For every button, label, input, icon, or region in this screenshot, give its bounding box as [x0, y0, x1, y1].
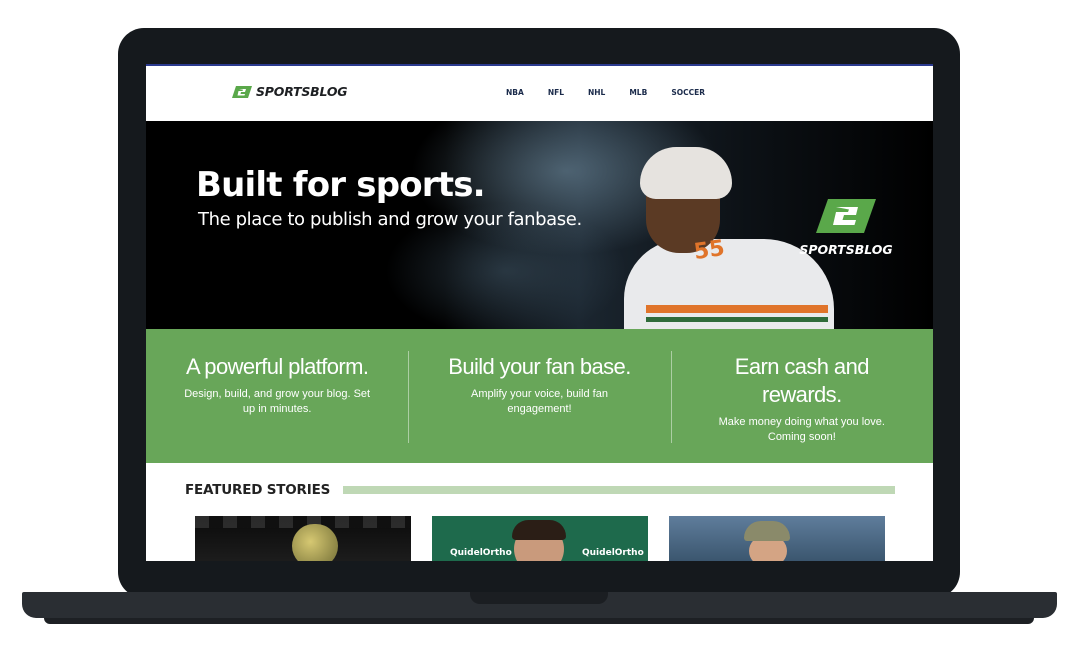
feature-description: Make money doing what you love. Coming s… [718, 416, 885, 443]
camo-cap-image [744, 521, 790, 541]
feature-title: Earn cash and rewards. [734, 354, 870, 407]
feature-description: Design, build, and grow your blog. Set u… [184, 388, 371, 415]
hero-banner: 55 Built for sports. The place to publis… [146, 121, 933, 329]
player-cap [640, 147, 732, 199]
feature-fanbase: Build your fan base. Amplify your voice,… [408, 329, 670, 463]
main-nav: NBA NFL NHL MLB SOCCER [506, 88, 729, 97]
laptop-base-shadow [44, 618, 1034, 624]
sportsblog-logo-icon [816, 199, 876, 233]
nav-item-nhl[interactable]: NHL [588, 88, 605, 97]
nav-item-soccer[interactable]: SOCCER [671, 88, 705, 97]
site-logo-text: SPORTSBLOG [256, 84, 348, 99]
story-card-2[interactable]: QuidelOrtho QuidelOrtho [432, 516, 648, 561]
nav-item-mlb[interactable]: MLB [629, 88, 647, 97]
story-card-1[interactable] [195, 516, 411, 561]
features-band: A powerful platform. Design, build, and … [146, 329, 933, 463]
feature-earn-cash: Earn cash and rewards. Make money doing … [670, 329, 933, 463]
jersey-stripe-orange [646, 305, 828, 313]
nav-item-nba[interactable]: NBA [506, 88, 524, 97]
featured-stories-heading: FEATURED STORIES [185, 482, 331, 498]
nav-item-nfl[interactable]: NFL [548, 88, 564, 97]
sponsor-backdrop-text: QuidelOrtho [450, 548, 512, 558]
sportsblog-logo-icon [232, 85, 252, 98]
feature-platform: A powerful platform. Design, build, and … [146, 329, 408, 463]
featured-stories-divider [343, 486, 895, 494]
laptop-screen: SPORTSBLOG NBA NFL NHL MLB SOCCER 55 Bui… [146, 64, 933, 561]
person-hair-image [512, 520, 566, 540]
hero-title: Built for sports. [196, 165, 486, 205]
story-card-3[interactable] [669, 516, 885, 561]
helmet-image [292, 524, 338, 561]
feature-title: A powerful platform. [185, 354, 369, 379]
jersey-number: 55 [692, 235, 727, 266]
site-header: SPORTSBLOG NBA NFL NHL MLB SOCCER [146, 66, 933, 121]
site-logo[interactable]: SPORTSBLOG [232, 84, 348, 99]
hero-logo-text: SPORTSBLOG [799, 242, 893, 257]
jersey-stripe-green [646, 317, 828, 322]
hero-logo: SPORTSBLOG [796, 199, 896, 257]
hero-subtitle: The place to publish and grow your fanba… [198, 209, 582, 230]
feature-title: Build your fan base. [448, 354, 631, 379]
feature-description: Amplify your voice, build fan engagement… [471, 388, 608, 415]
laptop-notch [470, 592, 608, 604]
sponsor-backdrop-text: QuidelOrtho [582, 548, 644, 558]
